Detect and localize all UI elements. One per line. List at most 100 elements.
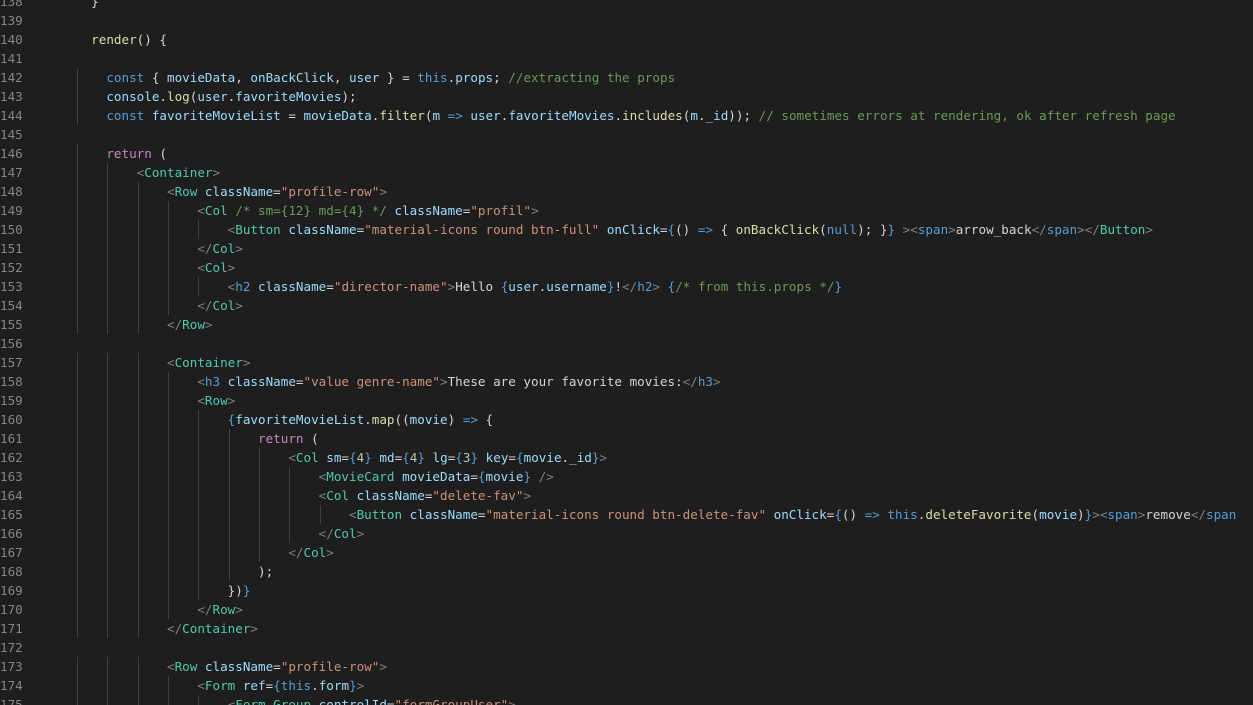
code-line[interactable]: render() { [76, 30, 167, 49]
code-line[interactable]: const { movieData, onBackClick, user } =… [106, 68, 675, 87]
code-line[interactable]: const favoriteMovieList = movieData. filt… [106, 106, 1175, 125]
code-line[interactable]: <Col> [197, 258, 235, 277]
code-line[interactable]: ); [258, 562, 273, 581]
code-line[interactable]: </Col> [288, 543, 334, 562]
code-line[interactable]: <Form.Group controlId="formGroupUser"> [228, 695, 516, 705]
line-number: 154 [0, 298, 23, 313]
indent-guide [258, 524, 260, 543]
code-token: > [227, 393, 236, 408]
code-line[interactable]: <Button className="material-icons round … [349, 505, 1236, 524]
indent-guide [107, 657, 109, 676]
code-line[interactable]: <Col className="delete-fav"> [319, 486, 531, 505]
code-token: Col [295, 450, 319, 465]
code-token: movie [409, 412, 448, 427]
line-number: 149 [0, 203, 23, 218]
code-token: this [417, 70, 448, 85]
code-token: Button [235, 222, 281, 237]
code-line[interactable]: <Form ref={this.form}> [197, 676, 364, 695]
code-token: Row [212, 602, 236, 617]
code-token: = [386, 697, 395, 705]
code-line[interactable]: return ( [258, 429, 319, 448]
indent-guide [137, 182, 139, 201]
code-token: )); [728, 108, 759, 123]
code-line[interactable]: </Col> [197, 296, 243, 315]
line-number: 167 [0, 545, 23, 560]
indent-guide [77, 353, 78, 372]
indent-guide [228, 543, 230, 562]
code-token: /> [538, 469, 554, 484]
code-token: Col [204, 203, 228, 218]
line-number: 138 [0, 0, 23, 9]
code-line[interactable]: <Container> [167, 353, 250, 372]
code-token: { [834, 507, 842, 522]
code-token: "profile-row" [280, 659, 380, 674]
code-line[interactable]: </Row> [197, 600, 243, 619]
code-token: //extracting the props [508, 70, 676, 85]
code-token: includes [622, 108, 683, 123]
indent-guide [107, 182, 109, 201]
code-token: } [417, 450, 425, 465]
indent-guide [137, 448, 139, 467]
code-line[interactable]: <Button className="material-icons round … [228, 220, 1153, 239]
code-line[interactable]: <MovieCard movieData={movie} /> [319, 467, 554, 486]
code-line[interactable]: console.log(user.favoriteMovies); [106, 87, 356, 106]
indent-guide [198, 543, 200, 562]
indent-guide [167, 676, 169, 695]
code-token: . [159, 89, 167, 104]
indent-guide [319, 505, 321, 524]
code-token: className [288, 222, 357, 237]
indent-guide [137, 676, 139, 695]
line-number: 163 [0, 469, 23, 484]
code-token: > [1092, 507, 1100, 522]
indent-guide [137, 543, 139, 562]
code-editor[interactable]: 138 139 140 141 142 143 144 145 146 147 148 149 150 1… [0, 0, 1253, 705]
indent-guide [77, 676, 78, 695]
code-area[interactable]: } render() { const { movieData, onBackCli… [46, 0, 1253, 705]
code-token: = [341, 450, 350, 465]
code-token: favoriteMovieList [151, 108, 281, 123]
line-number: 166 [0, 526, 23, 541]
code-token: "formGroupUser" [394, 697, 509, 705]
indent-guide [77, 619, 78, 638]
code-line[interactable]: <Row className="profile-row"> [167, 657, 387, 676]
code-token: { [516, 450, 524, 465]
code-line[interactable]: <Col /* sm={12} md={4} */ className="pro… [197, 201, 538, 220]
code-token: > [599, 450, 608, 465]
indent-guide [258, 486, 260, 505]
code-token: => [697, 222, 714, 237]
code-token: Col [326, 488, 349, 503]
code-line[interactable]: </Col> [197, 239, 243, 258]
line-number: 156 [0, 336, 23, 351]
code-line[interactable]: <Row> [197, 391, 235, 410]
code-line[interactable]: } [76, 0, 99, 11]
code-line[interactable]: </Container> [167, 619, 258, 638]
code-token: . [311, 678, 319, 693]
code-line[interactable]: {favoriteMovieList.map((movie) => { [228, 410, 493, 429]
code-line[interactable]: <Col sm={4} md={4} lg={3} key={movie._id… [288, 448, 607, 467]
code-line[interactable]: return ( [106, 144, 167, 163]
code-token: > [531, 203, 539, 218]
indent-guide [137, 429, 139, 448]
code-line[interactable]: })} [228, 581, 251, 600]
line-number: 142 [0, 70, 23, 85]
code-line[interactable]: <Container> [137, 163, 220, 182]
code-line[interactable]: </Row> [167, 315, 213, 334]
code-token: { [349, 450, 357, 465]
code-token: = [280, 108, 304, 123]
indent-guide [77, 239, 78, 258]
indent-guide [167, 543, 169, 562]
code-token: className [356, 488, 425, 503]
indent-guide [167, 277, 169, 296]
code-token: > [356, 526, 365, 541]
code-token: } [76, 0, 99, 9]
code-line[interactable]: <Row className="profile-row"> [167, 182, 387, 201]
indent-guide [289, 505, 291, 524]
code-line[interactable]: <h2 className="director-name">Hello {use… [228, 277, 842, 296]
code-line[interactable]: <h3 className="value genre-name">These a… [197, 372, 720, 391]
code-line[interactable]: </Col> [319, 524, 365, 543]
code-token: Form [204, 678, 236, 693]
